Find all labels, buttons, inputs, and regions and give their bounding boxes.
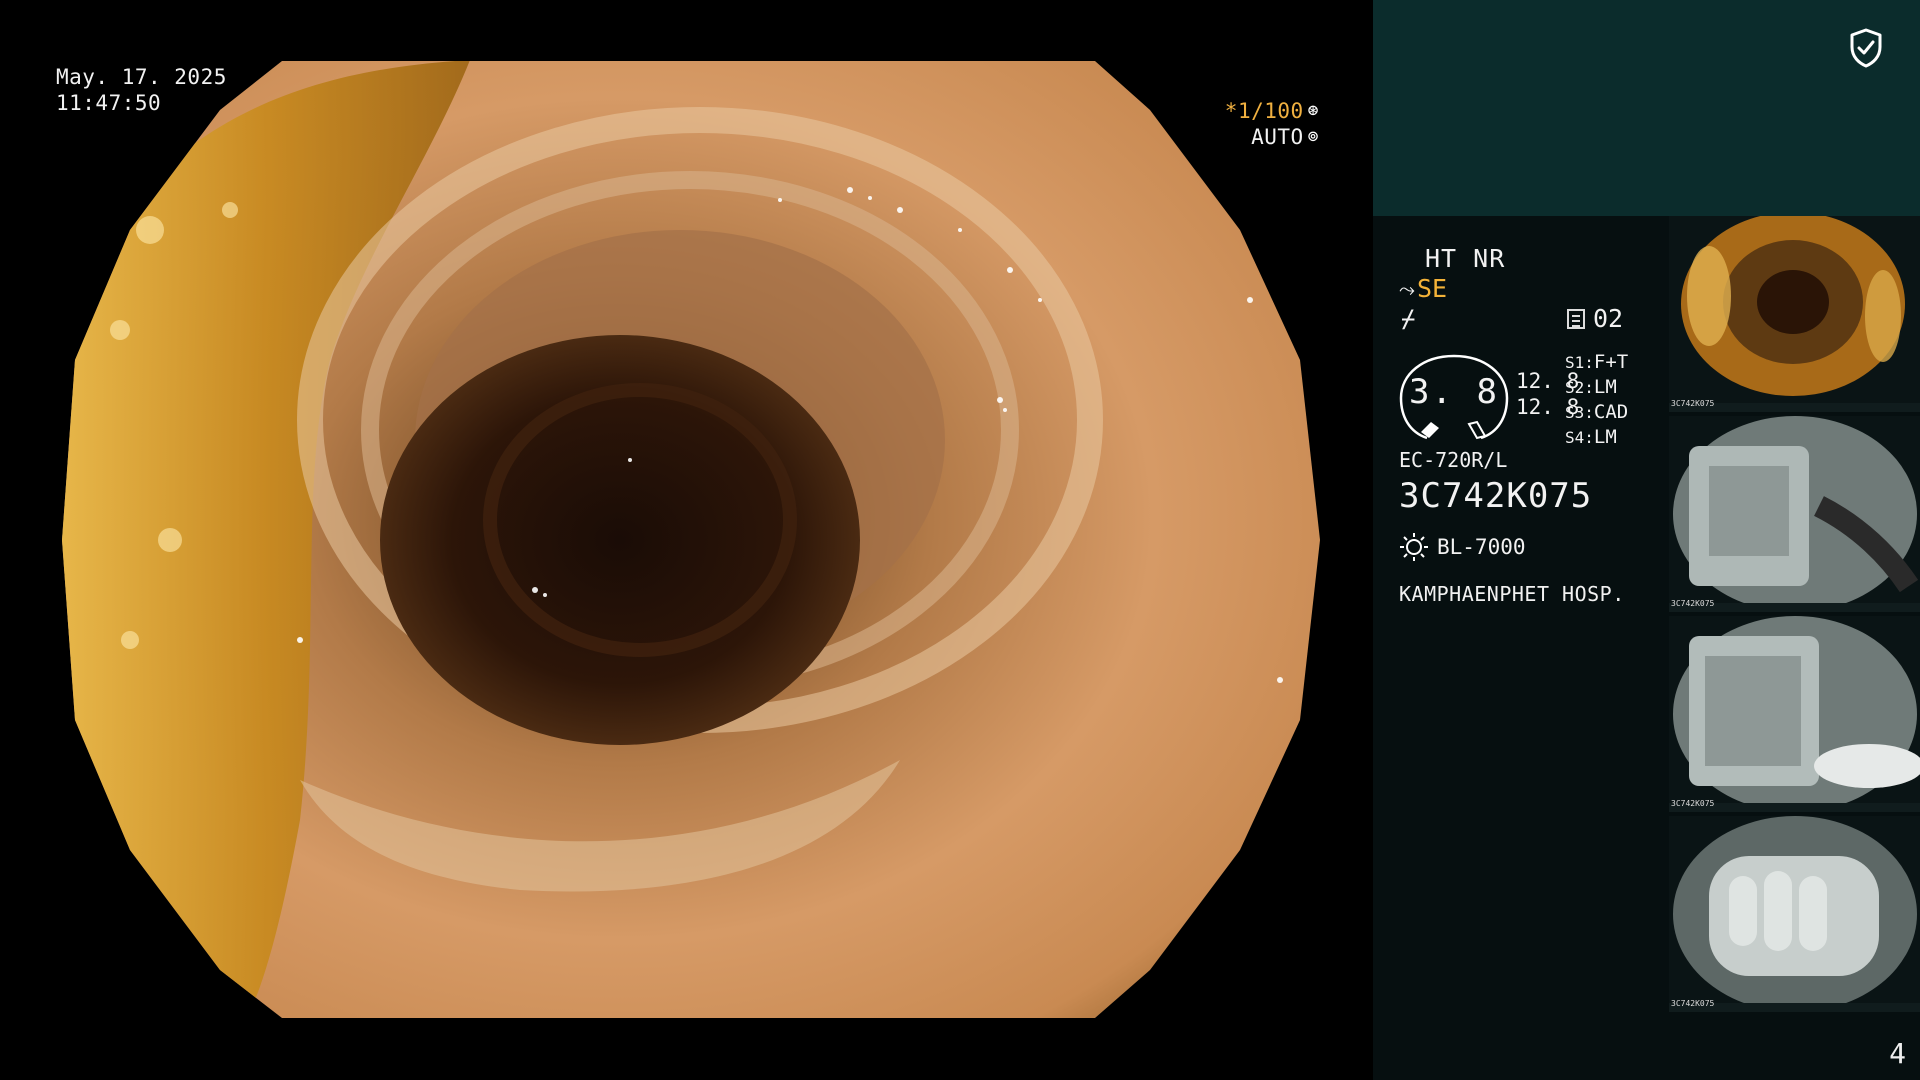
scope-serial: 3C742K075 [1399, 476, 1593, 516]
shield-check-icon [1850, 28, 1882, 68]
switch-row: S1:F+T [1565, 351, 1629, 373]
time-label: 11:47:50 [56, 91, 162, 115]
thumbnail-image [1669, 216, 1920, 412]
date-time-overlay: May. 17. 2025 11:47:50 [56, 64, 227, 116]
memory-slot-value: 02 [1593, 304, 1624, 333]
thumbnail-gloved-hand[interactable]: 3C742K075 [1669, 816, 1920, 1012]
structure-enhancement: ⤳ SE [1399, 274, 1447, 303]
function-icon: ⌿ [1401, 305, 1416, 333]
switch-assignments: S1:F+T S2:LM S3:CAD S4:LM [1565, 350, 1628, 450]
thumbnail-colon-lumen[interactable]: 3C742K075 [1669, 216, 1920, 412]
endoscope-view: May. 17. 2025 11:47:50 *1/100 ⊛ AUTO ⊚ [0, 0, 1373, 1080]
thumbnail-equipment-1[interactable]: 3C742K075 [1669, 416, 1920, 612]
memory-slot: 02 [1567, 304, 1623, 333]
hospital-name: KAMPHAENPHET HOSP. [1399, 582, 1625, 606]
se-label: SE [1417, 274, 1448, 303]
light-source-icon [1400, 533, 1428, 561]
switch-row: S4:LM [1565, 426, 1617, 448]
thumbnail-image [1669, 616, 1920, 812]
light-source: BL-7000 [1399, 532, 1526, 562]
shutter-row: *1/100 ⊛ [1225, 98, 1319, 124]
scope-model: EC-720R/L [1399, 448, 1508, 472]
scope-angle-icon: ⤳ [1399, 276, 1415, 301]
date-label: May. 17. 2025 [56, 65, 227, 89]
shutter-speed: *1/100 [1224, 99, 1304, 123]
thumbnail-image [1669, 816, 1920, 1012]
endoscopic-image [62, 61, 1320, 1018]
dial-gauge: 3. 8 [1399, 352, 1509, 442]
dial-value: 3. 8 [1409, 372, 1499, 412]
light-source-model: BL-7000 [1437, 535, 1526, 559]
exposure-overlay: *1/100 ⊛ AUTO ⊚ [1225, 98, 1319, 150]
shutter-icon: ⊛ [1307, 100, 1319, 121]
iris-mode: AUTO [1251, 125, 1304, 149]
thumbnail-caption: 3C742K075 [1671, 999, 1715, 1008]
info-panel: HT NR ⤳ SE ⌿ 02 3. 8 12. 8 12. 8 S1:F+T … [1373, 0, 1920, 1080]
thumbnail-caption: 3C742K075 [1671, 799, 1715, 808]
page-number: 4 [1889, 1037, 1906, 1070]
thumbnail-caption: 3C742K075 [1671, 399, 1715, 408]
thumbnail-image [1669, 416, 1920, 612]
iris-icon: ⊚ [1307, 126, 1319, 147]
thumbnail-equipment-2[interactable]: 3C742K075 [1669, 616, 1920, 812]
processing-mode: HT NR [1425, 244, 1506, 273]
panel-header [1373, 0, 1920, 216]
switch-row: S2:LM [1565, 376, 1617, 398]
memory-card-icon [1567, 308, 1585, 329]
thumbnail-caption: 3C742K075 [1671, 599, 1715, 608]
switch-row: S3:CAD [1565, 401, 1629, 423]
iris-row: AUTO ⊚ [1225, 124, 1319, 150]
